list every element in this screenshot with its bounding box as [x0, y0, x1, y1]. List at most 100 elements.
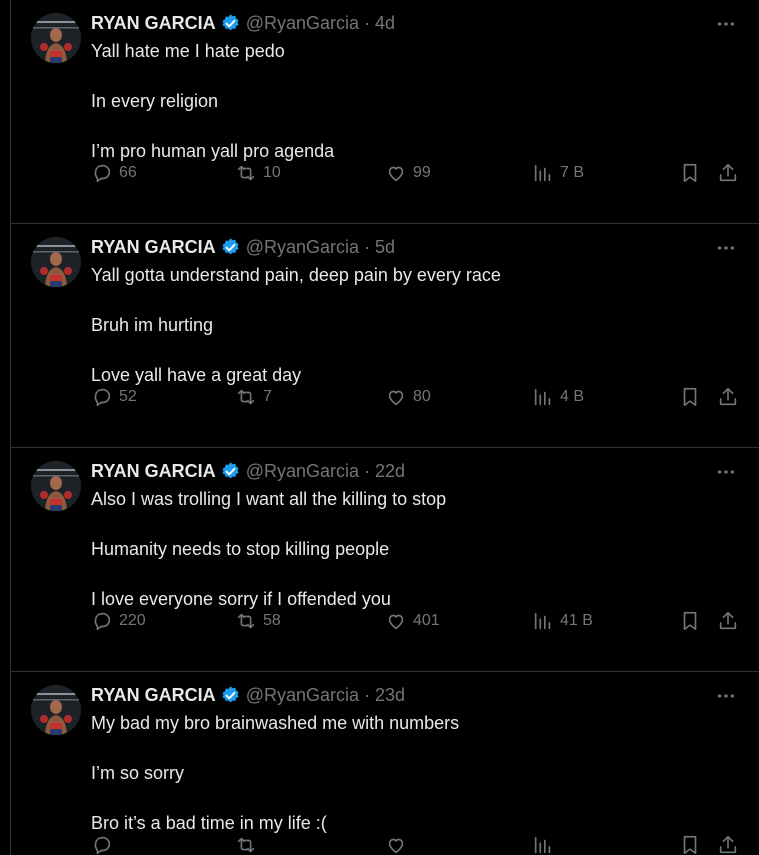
reply-button[interactable]: 220: [91, 607, 146, 635]
retweet-arrows-icon: [237, 613, 255, 629]
author-name[interactable]: RYAN GARCIA: [91, 685, 216, 706]
share-button[interactable]: [717, 831, 739, 855]
views-button[interactable]: 41 В: [532, 607, 593, 635]
timestamp[interactable]: 22d: [375, 461, 405, 482]
tweet-text-line: Bruh im hurting: [91, 315, 214, 335]
share-upload-icon: [719, 387, 737, 406]
separator-dot: ·: [364, 684, 370, 705]
verified-badge-icon: [220, 461, 241, 482]
share-upload-icon: [719, 835, 737, 854]
tweet-header: RYAN GARCIA @RyanGarcia · 4d: [91, 11, 395, 35]
tweet-text-line: I’m so sorry: [91, 763, 185, 783]
like-button[interactable]: [385, 831, 413, 855]
timestamp[interactable]: 23d: [375, 685, 405, 706]
retweet-arrows-icon: [237, 389, 255, 405]
reply-button[interactable]: 66: [91, 159, 137, 187]
tweet-feed[interactable]: RYAN GARCIA @RyanGarcia · 4d Yall hate me I …: [0, 0, 759, 855]
heart-icon: [388, 166, 404, 182]
retweet-button[interactable]: 58: [235, 607, 281, 635]
retweet-button[interactable]: 10: [235, 159, 281, 187]
tweet-header: RYAN GARCIA @RyanGarcia · 23d: [91, 683, 405, 707]
three-dots-icon: [717, 470, 735, 474]
author-handle[interactable]: @RyanGarcia: [246, 461, 359, 482]
more-options-button[interactable]: [711, 236, 741, 260]
like-button[interactable]: 401: [385, 607, 440, 635]
tweet[interactable]: RYAN GARCIA @RyanGarcia · 4d Yall hate me I …: [10, 0, 759, 224]
share-upload-icon: [719, 611, 737, 630]
retweet-arrows-icon: [237, 837, 255, 853]
bar-chart-icon: [534, 164, 551, 182]
verified-badge-icon: [220, 13, 241, 34]
retweet-button[interactable]: [235, 831, 263, 855]
bookmark-icon: [683, 387, 697, 407]
speech-bubble-icon: [94, 612, 111, 631]
view-count: 7 В: [560, 164, 585, 181]
bookmark-button[interactable]: [679, 383, 701, 411]
avatar[interactable]: [31, 685, 81, 735]
author-name[interactable]: RYAN GARCIA: [91, 13, 216, 34]
author-handle[interactable]: @RyanGarcia: [246, 237, 359, 258]
reply-count: 66: [119, 164, 137, 181]
share-button[interactable]: [717, 383, 739, 411]
retweet-count: 58: [263, 612, 281, 629]
like-button[interactable]: 80: [385, 383, 431, 411]
author-name[interactable]: RYAN GARCIA: [91, 461, 216, 482]
avatar[interactable]: [31, 237, 81, 287]
like-count: 99: [413, 164, 431, 181]
tweet[interactable]: RYAN GARCIA @RyanGarcia · 22d Also I was tro…: [10, 448, 759, 672]
speech-bubble-icon: [94, 388, 111, 407]
bar-chart-icon: [534, 836, 551, 854]
tweet-text-line: Also I was trolling I want all the killi…: [91, 489, 447, 509]
share-button[interactable]: [717, 607, 739, 635]
timestamp[interactable]: 4d: [375, 13, 395, 34]
share-button[interactable]: [717, 159, 739, 187]
separator-dot: ·: [364, 236, 370, 257]
bar-chart-icon: [534, 388, 551, 406]
reply-button[interactable]: [91, 831, 119, 855]
bookmark-button[interactable]: [679, 831, 701, 855]
views-button[interactable]: 7 В: [532, 159, 584, 187]
bookmark-icon: [683, 835, 697, 855]
more-options-button[interactable]: [711, 12, 741, 36]
heart-icon: [388, 614, 404, 630]
like-button[interactable]: 99: [385, 159, 431, 187]
tweet[interactable]: RYAN GARCIA @RyanGarcia · 5d Yall gotta unde…: [10, 224, 759, 448]
action-bar: 220 58 401 41 В: [91, 607, 751, 635]
heart-icon: [388, 390, 404, 406]
bookmark-button[interactable]: [679, 607, 701, 635]
speech-bubble-icon: [94, 836, 111, 855]
author-name[interactable]: RYAN GARCIA: [91, 237, 216, 258]
view-count: 4 В: [560, 388, 585, 405]
bar-chart-icon: [534, 612, 551, 630]
more-options-button[interactable]: [711, 460, 741, 484]
tweet-text-line: Yall hate me I hate pedo: [91, 41, 285, 61]
avatar[interactable]: [31, 461, 81, 511]
action-bar: 66 10 99 7 В: [91, 159, 751, 187]
verified-badge-icon: [220, 685, 241, 706]
timestamp[interactable]: 5d: [375, 237, 395, 258]
like-count: 80: [413, 388, 431, 405]
tweet-text-line: Yall gotta understand pain, deep pain by…: [91, 265, 501, 285]
more-options-button[interactable]: [711, 684, 741, 708]
reply-button[interactable]: 52: [91, 383, 137, 411]
views-button[interactable]: 4 В: [532, 383, 584, 411]
author-handle[interactable]: @RyanGarcia: [246, 685, 359, 706]
bookmark-icon: [683, 611, 697, 631]
reply-count: 52: [119, 388, 137, 405]
retweet-count: 10: [263, 164, 281, 181]
tweet-text-line: In every religion: [91, 91, 219, 111]
avatar[interactable]: [31, 13, 81, 63]
verified-badge-icon: [220, 237, 241, 258]
bookmark-button[interactable]: [679, 159, 701, 187]
retweet-button[interactable]: 7: [235, 383, 272, 411]
author-handle[interactable]: @RyanGarcia: [246, 13, 359, 34]
views-button[interactable]: [532, 831, 560, 855]
view-count: 41 В: [560, 612, 593, 629]
tweet[interactable]: RYAN GARCIA @RyanGarcia · 23d My bad my bro …: [10, 672, 759, 855]
retweet-count: 7: [263, 388, 272, 405]
tweet-text-line: Humanity needs to stop killing people: [91, 539, 390, 559]
share-upload-icon: [719, 163, 737, 182]
tweet-header: RYAN GARCIA @RyanGarcia · 5d: [91, 235, 395, 259]
action-bar: [91, 831, 751, 855]
speech-bubble-icon: [94, 164, 111, 183]
